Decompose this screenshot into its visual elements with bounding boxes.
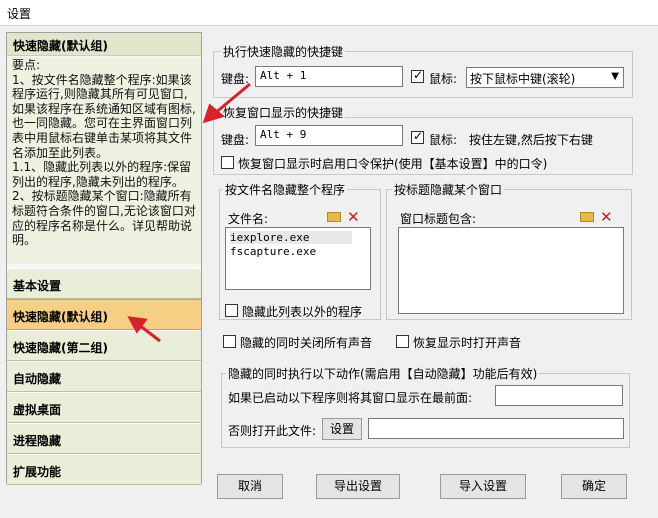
arrow-line — [213, 82, 251, 116]
annotation-arrows — [127, 82, 251, 343]
arrow-line — [138, 323, 161, 343]
